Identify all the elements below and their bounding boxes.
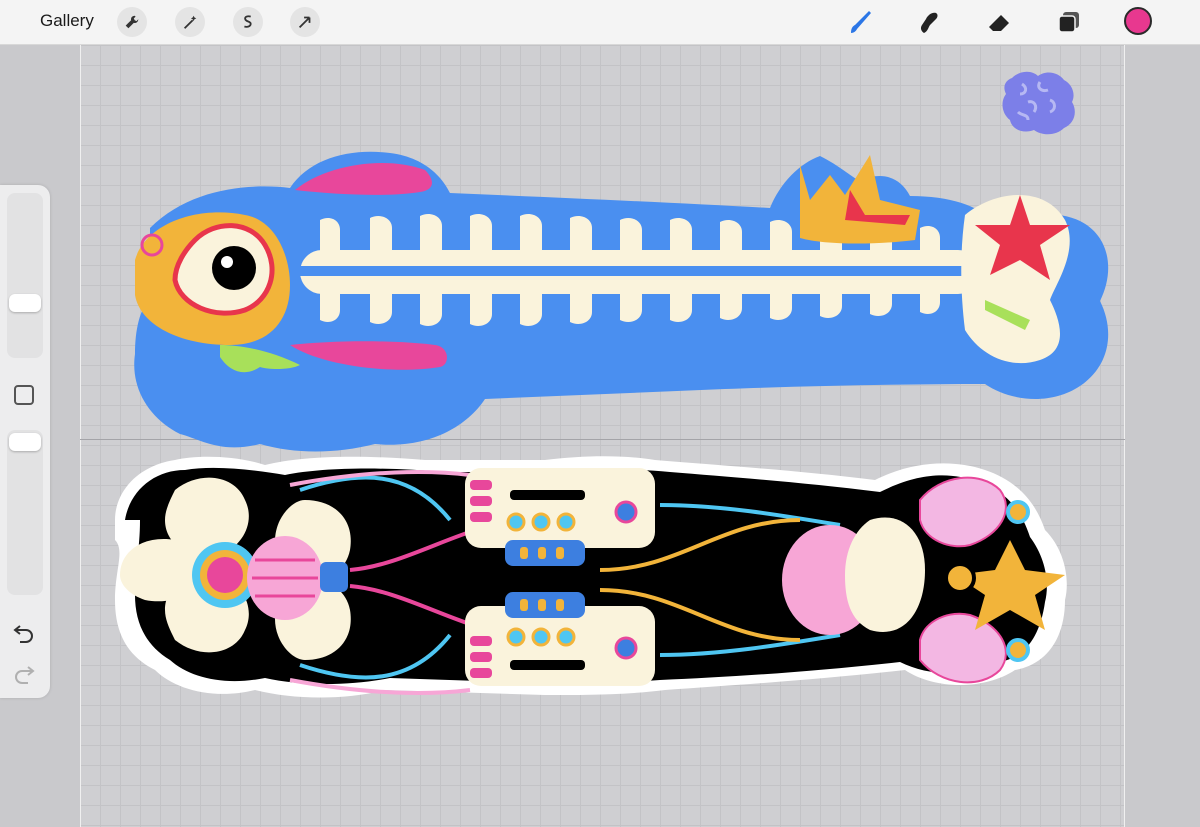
brush-size-slider[interactable]	[7, 193, 43, 358]
opacity-slider[interactable]	[7, 430, 43, 595]
purple-squiggle-art	[1002, 71, 1075, 135]
square-modify-icon[interactable]	[14, 385, 34, 405]
undo-icon[interactable]	[12, 620, 36, 644]
artwork	[115, 71, 1109, 698]
redo-icon[interactable]	[12, 661, 36, 685]
fish-skeleton-art	[134, 151, 1109, 452]
mechanical-flower-art	[115, 456, 1067, 698]
opacity-thumb[interactable]	[9, 433, 41, 451]
brush-size-thumb[interactable]	[9, 294, 41, 312]
left-sidebar	[0, 185, 50, 698]
